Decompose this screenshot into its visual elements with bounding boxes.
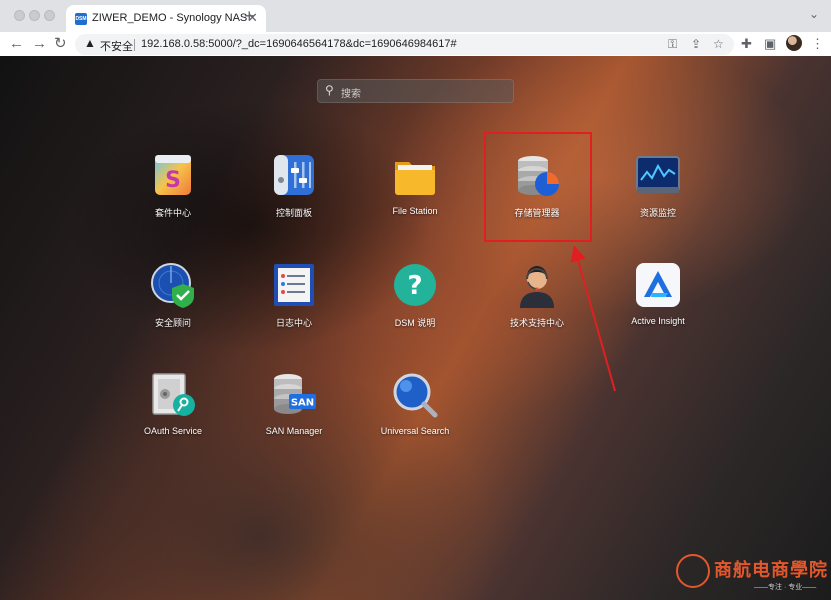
new-tab-button[interactable]: + (244, 6, 255, 27)
window-maximize-button[interactable] (44, 10, 55, 21)
tab-title: ZIWER_DEMO - Synology NAS (92, 12, 248, 24)
more-menu-icon[interactable]: ⋮ (811, 36, 824, 52)
share-icon[interactable]: ⇪ (691, 37, 701, 51)
warning-icon[interactable]: ▲ (84, 36, 96, 50)
browser-toolbar: ← → ↻ ▲ 不安全 192.168.0.58:5000/?_dc=16906… (0, 32, 831, 57)
address-bar[interactable]: ▲ 不安全 192.168.0.58:5000/?_dc=16906465641… (75, 34, 734, 55)
key-icon[interactable]: ⚿ (668, 37, 677, 52)
annotation-arrow (570, 245, 616, 392)
window-close-button[interactable] (14, 10, 25, 21)
reload-button[interactable]: ↻ (54, 34, 67, 54)
watermark-subtitle: ——专注 · 专业—— (754, 584, 817, 591)
security-label[interactable]: 不安全 (100, 38, 133, 54)
divider (134, 39, 135, 51)
url-text[interactable]: 192.168.0.58:5000/?_dc=1690646564178&dc=… (141, 38, 457, 50)
dsm-favicon-icon: DSM (75, 13, 87, 25)
browser-tab-bar: DSM ZIWER_DEMO - Synology NAS ✕ + ⌄ (0, 0, 831, 32)
window-minimize-button[interactable] (29, 10, 40, 21)
back-button[interactable]: ← (9, 34, 24, 54)
watermark-logo-icon (676, 554, 710, 588)
browser-tab[interactable]: DSM ZIWER_DEMO - Synology NAS ✕ (66, 5, 266, 32)
dsm-desktop: ⚲ 搜索 S 套件中心 控制面板 File Station 存储管理器 资源监控… (0, 56, 831, 600)
star-icon[interactable]: ☆ (713, 37, 724, 51)
side-panel-icon[interactable]: ▣ (764, 36, 776, 52)
chevron-down-icon[interactable]: ⌄ (809, 7, 819, 21)
watermark-title: 商航电商學院 (714, 560, 828, 580)
profile-avatar[interactable] (786, 35, 802, 51)
watermark: 商航电商學院 ——专注 · 专业—— (676, 554, 831, 596)
extensions-icon[interactable]: ✚ (741, 36, 752, 52)
forward-button[interactable]: → (32, 34, 47, 54)
